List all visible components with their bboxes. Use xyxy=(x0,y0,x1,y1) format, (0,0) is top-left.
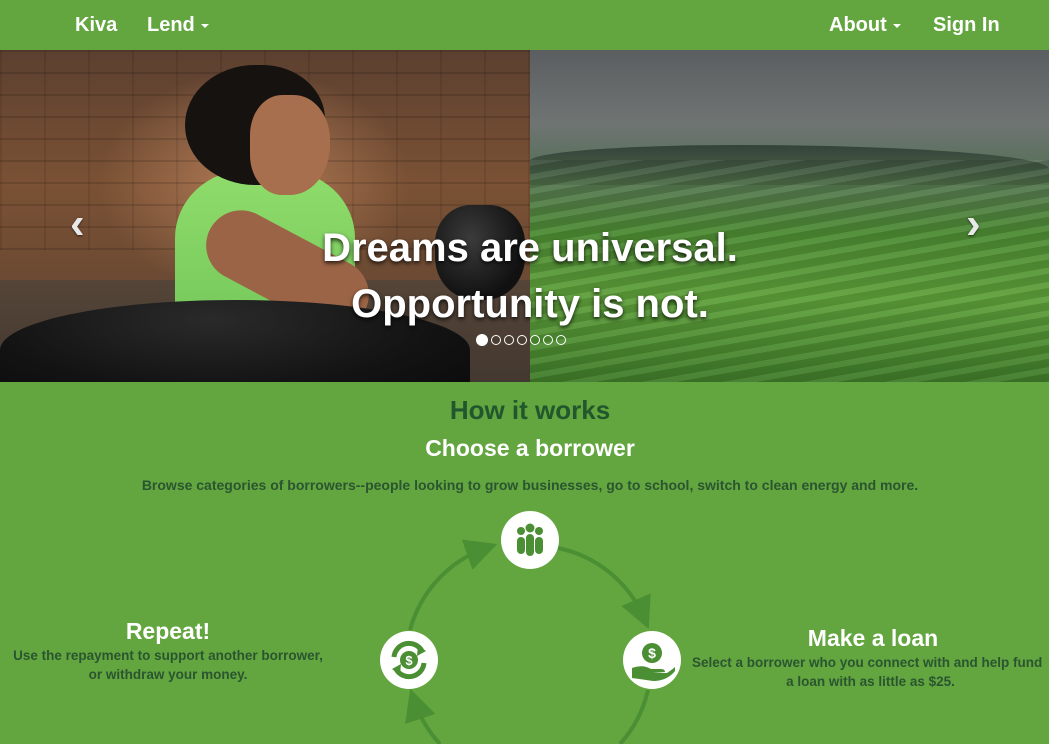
how-it-works-heading: How it works xyxy=(449,395,611,425)
carousel-indicator-dot[interactable] xyxy=(517,335,527,345)
carousel-indicator-dot[interactable] xyxy=(543,335,553,345)
repeat-step-description-line1: Use the repayment to support another bor… xyxy=(13,648,323,663)
carousel-indicators xyxy=(476,334,566,347)
carousel-indicator-dot[interactable] xyxy=(504,335,514,345)
hand-dollar-icon: $ xyxy=(623,631,681,689)
terrace-rows xyxy=(530,160,1049,382)
cycle-arrow-top-right xyxy=(557,546,651,630)
cycle-arrow-right-bottom xyxy=(618,689,650,744)
svg-text:$: $ xyxy=(648,645,656,661)
lend-menu-label: Lend xyxy=(147,14,195,36)
make-loan-step-description-line2: a loan with as little as $25. xyxy=(786,674,955,689)
carousel-indicator-dot[interactable] xyxy=(491,335,501,345)
about-menu-label: About xyxy=(829,14,887,36)
hero-carousel: ‹ › Dreams are universal. Opportunity is… xyxy=(0,50,1049,382)
caret-down-icon xyxy=(200,23,209,28)
hero-headline-line2: Opportunity is not. xyxy=(351,282,709,326)
sign-in-link[interactable]: Sign In xyxy=(933,0,1000,50)
hero-headline-line1: Dreams are universal. xyxy=(322,226,738,270)
make-loan-step-title: Make a loan xyxy=(807,625,939,651)
carousel-indicator-dot[interactable] xyxy=(476,334,488,346)
lend-menu[interactable]: Lend xyxy=(147,0,209,50)
carousel-indicator-dot[interactable] xyxy=(530,335,540,345)
top-navbar: Kiva Lend About Sign In xyxy=(0,0,1049,50)
choose-borrower-description: Browse categories of borrowers--people l… xyxy=(141,477,919,493)
cycle-arrow-left-top xyxy=(408,539,498,631)
cycle-arrow-bottom-left xyxy=(405,688,442,744)
caret-down-icon xyxy=(892,23,901,28)
about-menu[interactable]: About xyxy=(829,0,901,50)
woman-figure-face xyxy=(250,95,330,195)
carousel-indicator-dot[interactable] xyxy=(556,335,566,345)
choose-borrower-heading: Choose a borrower xyxy=(425,435,635,461)
brand-link[interactable]: Kiva xyxy=(75,0,117,50)
repeat-step-description-line2: or withdraw your money. xyxy=(88,667,248,682)
make-loan-step-description-line1: Select a borrower who you connect with a… xyxy=(692,655,1043,670)
repeat-step-title: Repeat! xyxy=(125,618,211,644)
refresh-dollar-icon: $ xyxy=(380,631,438,689)
svg-text:$: $ xyxy=(405,653,413,668)
people-group-icon xyxy=(501,511,559,569)
